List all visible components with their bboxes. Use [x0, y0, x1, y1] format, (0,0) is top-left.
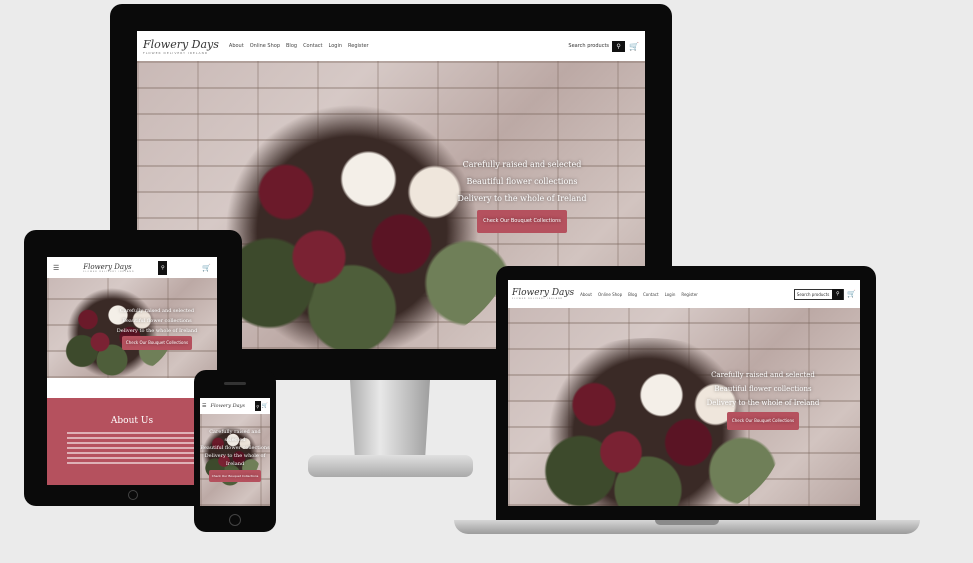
phone-home-button[interactable] [229, 514, 241, 526]
hero-line-2: Beautiful flower collections [466, 177, 578, 186]
laptop-nav-login[interactable]: Login [665, 292, 676, 297]
laptop-nav-contact[interactable]: Contact [643, 292, 659, 297]
tablet-hero-text: Carefully raised and selected Beautiful … [97, 306, 217, 350]
tablet-hero-line-1: Carefully raised and selected [119, 308, 195, 314]
nav-login[interactable]: Login [329, 43, 343, 49]
phone-menu-icon[interactable]: ☰ [202, 403, 206, 409]
laptop-logo[interactable]: Flowery Days [512, 288, 574, 298]
phone-cart-icon[interactable]: 🛒 [262, 403, 268, 409]
nav-contact[interactable]: Contact [303, 43, 322, 49]
monitor-base [308, 455, 473, 477]
laptop-search-icon[interactable]: ⚲ [832, 288, 844, 300]
hero-line-1: Carefully raised and selected [462, 160, 582, 169]
laptop-hero: Carefully raised and selected Beautiful … [508, 308, 860, 506]
phone-hero-cta-button[interactable]: Check Our Bouquet Collections [208, 470, 262, 482]
tablet-navbar: ☰ Flowery Days FLOWER DELIVERY IRELAND ⚲… [47, 257, 217, 278]
tablet-screen: ☰ Flowery Days FLOWER DELIVERY IRELAND ⚲… [47, 257, 217, 485]
about-section: About Us [47, 398, 217, 485]
desktop-navbar: Flowery Days FLOWER DELIVERY IRELAND Abo… [137, 31, 645, 61]
search-icon[interactable]: ⚲ [612, 40, 626, 52]
about-title: About Us [110, 416, 154, 426]
cart-icon[interactable]: 🛒 [629, 42, 639, 51]
laptop-navbar: Flowery Days FLOWER DELIVERY IRELAND Abo… [508, 280, 860, 308]
laptop-device: Flowery Days FLOWER DELIVERY IRELAND Abo… [496, 266, 876, 522]
nav-menu: About Online Shop Blog Contact Login Reg… [229, 43, 375, 49]
phone-logo[interactable]: Flowery Days [210, 403, 245, 409]
tablet-hero-line-3: Delivery to the whole of Ireland [116, 328, 198, 334]
laptop-nav-online-shop[interactable]: Online Shop [598, 292, 622, 297]
tagline: FLOWER DELIVERY IRELAND [143, 50, 209, 55]
search-placeholder: Search products [568, 43, 610, 49]
nav-online-shop[interactable]: Online Shop [250, 43, 280, 49]
hero-cta-button[interactable]: Check Our Bouquet Collections [477, 210, 567, 233]
tablet-home-button[interactable] [128, 490, 138, 500]
laptop-hero-cta-button[interactable]: Check Our Bouquet Collections [726, 412, 800, 430]
laptop-search-placeholder: Search products [796, 291, 830, 297]
hero-line-3: Delivery to the whole of Ireland [457, 194, 587, 203]
hero-text: Carefully raised and selected Beautiful … [407, 156, 637, 233]
tablet-hero-line-2: Beautiful flower collections [122, 318, 192, 324]
laptop-nav-register[interactable]: Register [681, 292, 697, 297]
phone-navbar: ☰ Flowery Days ⚲ 🛒 [200, 398, 270, 414]
search-input[interactable]: Search products ⚲ [566, 40, 626, 52]
laptop-screen: Flowery Days FLOWER DELIVERY IRELAND Abo… [508, 280, 860, 506]
tablet-hero-cta-button[interactable]: Check Our Bouquet Collections [121, 336, 193, 350]
laptop-search-input[interactable]: Search products ⚲ [793, 288, 845, 300]
phone-device: ☰ Flowery Days ⚲ 🛒 Carefully raised and … [194, 370, 276, 532]
phone-speaker [224, 382, 246, 385]
phone-hero-line-1: Carefully raised and selected [209, 429, 261, 443]
phone-search-icon[interactable]: ⚲ [254, 401, 261, 411]
laptop-notch [655, 520, 719, 525]
nav-register[interactable]: Register [348, 43, 369, 49]
phone-hero-line-2: Beautiful flower collections [200, 445, 270, 451]
monitor-stand [350, 380, 430, 460]
tablet-tagline: FLOWER DELIVERY IRELAND [83, 270, 135, 273]
laptop-hero-line-1: Carefully raised and selected [711, 371, 815, 379]
tablet-search-icon[interactable]: ⚲ [158, 260, 168, 275]
nav-about[interactable]: About [229, 43, 244, 49]
laptop-nav-about[interactable]: About [580, 292, 592, 297]
laptop-tagline: FLOWER DELIVERY IRELAND [512, 298, 564, 300]
laptop-hero-text: Carefully raised and selected Beautiful … [678, 368, 848, 430]
menu-icon[interactable]: ☰ [53, 264, 59, 272]
about-text-placeholder [67, 432, 197, 464]
tablet-hero: Carefully raised and selected Beautiful … [47, 278, 217, 378]
phone-hero: Carefully raised and selected Beautiful … [200, 414, 270, 506]
laptop-nav-blog[interactable]: Blog [628, 292, 637, 297]
phone-hero-line-3: Delivery to the whole of Ireland [204, 453, 266, 467]
laptop-cart-icon[interactable]: 🛒 [847, 290, 856, 298]
tablet-cart-icon[interactable]: 🛒 [202, 264, 211, 272]
phone-hero-text: Carefully raised and selected Beautiful … [200, 428, 270, 482]
laptop-nav-menu: About Online Shop Blog Contact Login Reg… [580, 292, 704, 297]
laptop-hero-line-3: Delivery to the whole of Ireland [706, 399, 820, 407]
logo[interactable]: Flowery Days [143, 38, 219, 51]
phone-screen: ☰ Flowery Days ⚲ 🛒 Carefully raised and … [200, 398, 270, 506]
tablet-logo[interactable]: Flowery Days [83, 263, 134, 271]
laptop-hero-line-2: Beautiful flower collections [714, 385, 812, 393]
nav-blog[interactable]: Blog [286, 43, 297, 49]
